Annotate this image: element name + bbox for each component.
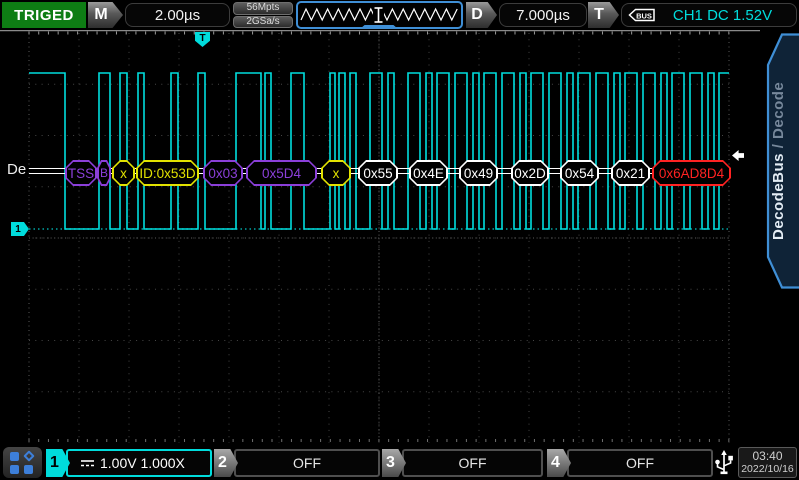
trigger-menu-button[interactable]: T bbox=[588, 2, 619, 28]
decode-segment: x bbox=[321, 160, 351, 186]
trigger-status-badge: TRIGED bbox=[2, 2, 86, 28]
decode-segment: 0x55 bbox=[358, 160, 398, 186]
svg-text:BUS: BUS bbox=[636, 12, 652, 21]
channel-1-info: 1.00V 1.000X bbox=[100, 455, 185, 471]
bus-icon: BUS bbox=[628, 8, 655, 22]
status-date: 2022/10/16 bbox=[741, 463, 794, 475]
channel-4-info: OFF bbox=[626, 455, 654, 471]
menu-apps-button[interactable] bbox=[3, 447, 42, 478]
decode-segment: 0x03 bbox=[203, 160, 243, 186]
preview-trigger-notch bbox=[360, 25, 398, 29]
decode-segment: 0x5D4 bbox=[246, 160, 317, 186]
memory-depth-badge: 56Mpts bbox=[233, 2, 293, 15]
top-status-bar: TRIGED M 2.00µs 56Mpts 2GSa/s D 7.000µs … bbox=[0, 0, 799, 30]
clock-box: 03:40 2022/10/16 bbox=[738, 447, 797, 478]
preview-zigzag bbox=[298, 3, 461, 27]
channel-2-settings[interactable]: OFF bbox=[234, 449, 380, 477]
decode-segment: TSS bbox=[65, 160, 97, 186]
graticule-waveform-layer bbox=[0, 0, 799, 480]
sample-rate-badge: 2GSa/s bbox=[233, 16, 293, 29]
side-tab-primary-label: DecodeBus bbox=[770, 153, 787, 240]
channel-3-info: OFF bbox=[459, 455, 487, 471]
decode-menu-tab[interactable]: DecodeBus / Decode bbox=[770, 45, 796, 277]
decode-segment: 0x21 bbox=[611, 160, 650, 186]
decode-segment: 0x2D bbox=[511, 160, 549, 186]
bottom-status-bar: 1.00V 1.000X 1 OFF 2 OFF 3 OFF 4 bbox=[0, 445, 799, 480]
trigger-info: CH1 DC 1.52V bbox=[655, 7, 790, 24]
timebase-value[interactable]: 2.00µs bbox=[125, 3, 230, 27]
dc-coupling-icon bbox=[80, 457, 95, 469]
decode-segment: 0x49 bbox=[459, 160, 498, 186]
delay-menu-button[interactable]: D bbox=[466, 2, 497, 28]
decode-segment: 0x4E bbox=[409, 160, 448, 186]
trigger-settings-box[interactable]: BUS CH1 DC 1.52V bbox=[621, 3, 797, 27]
apps-diamond-icon bbox=[23, 450, 34, 461]
apps-icon bbox=[10, 452, 19, 461]
usb-icon bbox=[712, 448, 736, 477]
waveform-preview[interactable] bbox=[296, 1, 463, 29]
delay-value[interactable]: 7.000µs bbox=[499, 3, 587, 27]
decode-segment: B bbox=[97, 160, 111, 186]
decode-segment: 0x54 bbox=[560, 160, 599, 186]
side-tab-secondary-label: Decode bbox=[770, 82, 787, 139]
channel-3-settings[interactable]: OFF bbox=[402, 449, 543, 477]
channel-4-settings[interactable]: OFF bbox=[567, 449, 713, 477]
channel-1-settings[interactable]: 1.00V 1.000X bbox=[66, 449, 212, 477]
decode-segment: ID:0x53D bbox=[136, 160, 199, 186]
decode-segment: x bbox=[112, 160, 135, 186]
timebase-menu-button[interactable]: M bbox=[88, 2, 123, 28]
oscilloscope-screen: TRIGED M 2.00µs 56Mpts 2GSa/s D 7.000µs … bbox=[0, 0, 799, 480]
channel-2-info: OFF bbox=[293, 455, 321, 471]
decode-segment: 0x6AD8D4 bbox=[652, 160, 731, 186]
decode-bus-label: De bbox=[7, 161, 26, 178]
status-time: 03:40 bbox=[752, 450, 782, 464]
